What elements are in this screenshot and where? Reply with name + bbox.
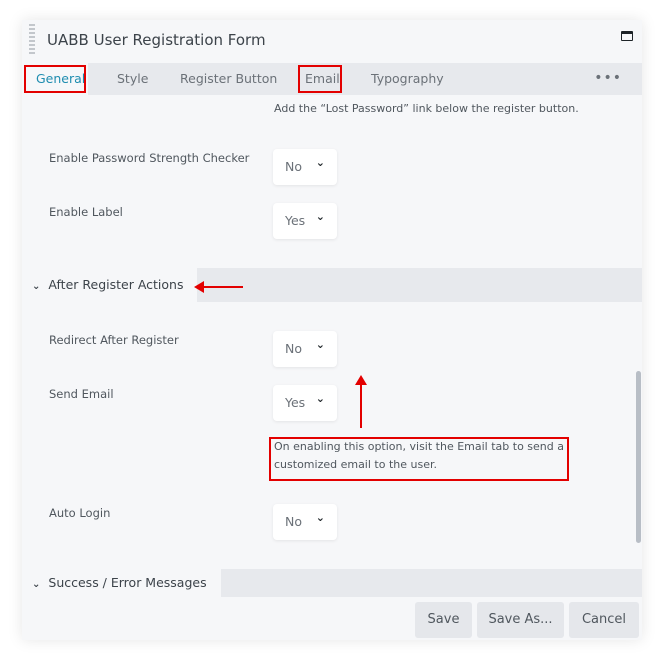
select-value: Yes — [285, 213, 306, 228]
window-maximize-icon[interactable] — [621, 31, 633, 41]
chevron-down-icon: ⌄ — [32, 579, 41, 590]
enable-label-select[interactable]: Yes ⌄ — [273, 203, 337, 239]
tab-bar: General Style Register Button Email Typo… — [22, 63, 642, 95]
content-scrollbar[interactable] — [636, 371, 641, 543]
chevron-down-icon: ⌄ — [315, 392, 325, 405]
panel-footer: Save Save As... Cancel — [22, 597, 642, 640]
section-success-error-bar: ⌄ Success / Error Messages — [22, 569, 642, 597]
tab-general[interactable]: General — [22, 63, 88, 95]
chevron-down-icon: ⌄ — [315, 156, 325, 169]
tab-register-button[interactable]: Register Button — [180, 63, 277, 95]
annotation-arrow-up-icon — [355, 375, 367, 428]
select-value: No — [285, 514, 302, 529]
tab-style[interactable]: Style — [117, 63, 148, 95]
redirect-after-register-select[interactable]: No ⌄ — [273, 331, 337, 367]
chevron-down-icon: ⌄ — [315, 338, 325, 351]
form-content: Add the “Lost Password” link below the r… — [22, 95, 642, 597]
chevron-down-icon: ⌄ — [315, 511, 325, 524]
tab-email[interactable]: Email — [296, 63, 344, 95]
tab-email-label: Email — [305, 71, 340, 86]
auto-login-label: Auto Login — [49, 506, 111, 520]
cancel-button[interactable]: Cancel — [569, 602, 639, 638]
section-title: Success / Error Messages — [48, 575, 207, 590]
more-tabs-icon[interactable]: ••• — [594, 63, 622, 95]
select-value: Yes — [285, 395, 306, 410]
send-email-select[interactable]: Yes ⌄ — [273, 385, 337, 421]
section-after-register-bar: ⌄ After Register Actions — [22, 268, 642, 302]
annotation-arrow-left-icon — [194, 281, 243, 293]
redirect-after-register-label: Redirect After Register — [49, 333, 179, 347]
password-strength-label: Enable Password Strength Checker — [49, 151, 250, 165]
send-email-label: Send Email — [49, 387, 114, 401]
section-title: After Register Actions — [48, 277, 184, 292]
panel-title: UABB User Registration Form — [47, 31, 266, 49]
save-as-button[interactable]: Save As... — [477, 602, 564, 638]
chevron-down-icon: ⌄ — [32, 281, 41, 292]
auto-login-select[interactable]: No ⌄ — [273, 504, 337, 540]
drag-handle-icon[interactable] — [29, 24, 35, 56]
enable-label-label: Enable Label — [49, 205, 123, 219]
tab-general-label: General — [36, 71, 86, 86]
tab-typography[interactable]: Typography — [371, 63, 444, 95]
select-value: No — [285, 159, 302, 174]
lost-password-description: Add the “Lost Password” link below the r… — [274, 102, 579, 115]
chevron-down-icon: ⌄ — [315, 210, 325, 223]
section-success-error-toggle[interactable]: ⌄ Success / Error Messages — [22, 569, 221, 597]
settings-panel: UABB User Registration Form General Styl… — [22, 20, 642, 640]
save-button[interactable]: Save — [415, 602, 472, 638]
send-email-description: On enabling this option, visit the Email… — [274, 440, 564, 471]
section-after-register-toggle[interactable]: ⌄ After Register Actions — [22, 268, 198, 302]
password-strength-select[interactable]: No ⌄ — [273, 149, 337, 185]
select-value: No — [285, 341, 302, 356]
panel-titlebar[interactable]: UABB User Registration Form — [22, 20, 642, 60]
